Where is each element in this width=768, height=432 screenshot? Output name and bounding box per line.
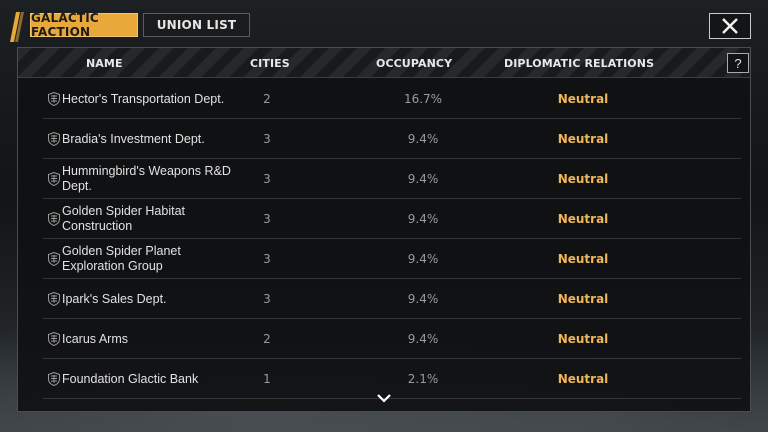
faction-occupancy: 9.4% <box>407 132 439 146</box>
faction-cities: 2 <box>263 92 271 106</box>
faction-occupancy: 9.4% <box>407 292 439 306</box>
faction-name: Bradia's Investment Dept. <box>62 131 205 146</box>
faction-table-panel: NAME CITIES OCCUPANCY DIPLOMATIC RELATIO… <box>17 47 751 412</box>
faction-cities: 3 <box>263 212 271 226</box>
table-row[interactable]: Bradia's Investment Dept. 3 9.4% Neutral <box>43 119 741 159</box>
faction-emblem-icon <box>48 372 60 386</box>
table-row[interactable]: Golden Spider Habitat Construction 3 9.4… <box>43 199 741 239</box>
faction-relation: Neutral <box>557 332 609 346</box>
faction-name: Hector's Transportation Dept. <box>62 91 225 106</box>
faction-emblem-icon <box>48 252 60 266</box>
tab-union-list[interactable]: UNION LIST <box>143 13 250 37</box>
faction-occupancy: 9.4% <box>407 332 439 346</box>
faction-cities: 3 <box>263 132 271 146</box>
table-row[interactable]: Icarus Arms 2 9.4% Neutral <box>43 319 741 359</box>
faction-emblem-icon <box>48 332 60 346</box>
corner-stripe-decoration <box>10 12 24 42</box>
table-row[interactable]: Hummingbird's Weapons R&D Dept. 3 9.4% N… <box>43 159 741 199</box>
faction-name: Foundation Glactic Bank <box>62 371 199 386</box>
header-name: NAME <box>86 56 123 70</box>
table-row[interactable]: Hector's Transportation Dept. 2 16.7% Ne… <box>43 79 741 119</box>
header-cities: CITIES <box>250 56 290 70</box>
table-row[interactable]: Foundation Glactic Bank 1 2.1% Neutral <box>43 359 741 399</box>
faction-cities: 3 <box>263 172 271 186</box>
faction-cities: 2 <box>263 332 271 346</box>
faction-occupancy: 2.1% <box>407 372 439 386</box>
faction-occupancy: 9.4% <box>407 172 439 186</box>
faction-occupancy: 9.4% <box>407 252 439 266</box>
faction-occupancy: 9.4% <box>407 212 439 226</box>
faction-relation: Neutral <box>557 132 609 146</box>
faction-name: Golden Spider Planet Exploration Group <box>62 244 181 273</box>
faction-emblem-icon <box>48 92 60 106</box>
faction-relation: Neutral <box>557 92 609 106</box>
tab-galactic-faction[interactable]: GALACTIC FACTION <box>30 11 138 39</box>
faction-occupancy: 16.7% <box>403 92 443 106</box>
chevron-down-icon[interactable] <box>376 393 392 403</box>
faction-relation: Neutral <box>557 172 609 186</box>
close-button[interactable] <box>709 13 751 39</box>
faction-emblem-icon <box>48 292 60 306</box>
faction-emblem-icon <box>48 132 60 146</box>
faction-cities: 1 <box>263 372 271 386</box>
faction-name: Hummingbird's Weapons R&D Dept. <box>62 164 231 193</box>
faction-emblem-icon <box>48 172 60 186</box>
close-icon <box>722 18 738 34</box>
faction-list: Hector's Transportation Dept. 2 16.7% Ne… <box>43 79 741 399</box>
help-button[interactable]: ? <box>727 53 749 73</box>
table-row[interactable]: Ipark's Sales Dept. 3 9.4% Neutral <box>43 279 741 319</box>
header-diplomatic-relations: DIPLOMATIC RELATIONS <box>504 56 655 70</box>
faction-cities: 3 <box>263 252 271 266</box>
faction-cities: 3 <box>263 292 271 306</box>
faction-emblem-icon <box>48 212 60 226</box>
faction-relation: Neutral <box>557 212 609 226</box>
faction-relation: Neutral <box>557 292 609 306</box>
faction-relation: Neutral <box>557 252 609 266</box>
faction-name: Ipark's Sales Dept. <box>62 291 167 306</box>
header-occupancy: OCCUPANCY <box>376 56 453 70</box>
faction-relation: Neutral <box>557 372 609 386</box>
table-header: NAME CITIES OCCUPANCY DIPLOMATIC RELATIO… <box>18 48 750 78</box>
faction-name: Icarus Arms <box>62 331 128 346</box>
faction-name: Golden Spider Habitat Construction <box>62 204 185 233</box>
table-row[interactable]: Golden Spider Planet Exploration Group 3… <box>43 239 741 279</box>
